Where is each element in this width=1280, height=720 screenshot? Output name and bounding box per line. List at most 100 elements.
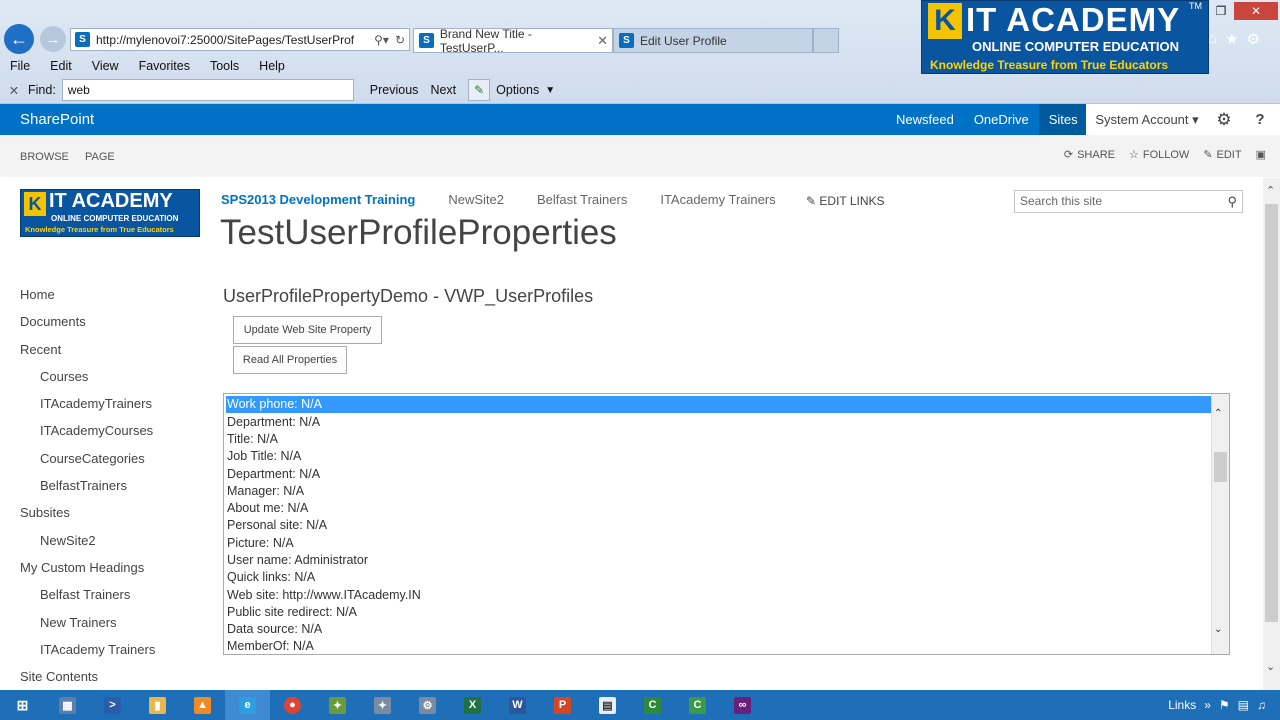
menu-file[interactable]: File: [0, 57, 40, 77]
list-item[interactable]: Manager: N/A: [226, 483, 304, 500]
chevron-down-icon[interactable]: ⌄: [1266, 660, 1275, 673]
word-icon[interactable]: W: [495, 690, 540, 720]
edit-button[interactable]: ✎ EDIT: [1203, 148, 1241, 162]
focus-content-icon[interactable]: ▣: [1256, 148, 1266, 161]
chevron-up-icon[interactable]: ⌃: [1214, 408, 1222, 419]
powerpoint-icon[interactable]: P: [540, 690, 585, 720]
page-scrollbar[interactable]: ⌃ ⌄: [1263, 178, 1280, 690]
find-input[interactable]: web: [61, 79, 354, 101]
search-icon[interactable]: ⚲: [1227, 191, 1237, 212]
excel-icon[interactable]: X: [450, 690, 495, 720]
camtasia-recorder-icon[interactable]: C: [630, 690, 675, 720]
close-find-icon[interactable]: ✕: [0, 83, 28, 98]
back-button[interactable]: ←: [4, 24, 34, 54]
menu-favorites[interactable]: Favorites: [129, 57, 200, 77]
nav-subsites[interactable]: Subsites: [20, 505, 70, 520]
links-toolbar[interactable]: Links: [1168, 698, 1196, 712]
menu-edit[interactable]: Edit: [40, 57, 82, 77]
close-window-icon[interactable]: ✕: [1234, 2, 1278, 20]
chevron-up-icon[interactable]: ⌃: [1266, 184, 1275, 197]
nav-belfast-trainers[interactable]: Belfast Trainers: [40, 587, 130, 602]
properties-listbox[interactable]: Work phone: N/A Department: N/A Title: N…: [223, 393, 1230, 655]
server-manager-icon[interactable]: ▦: [45, 690, 90, 720]
read-all-properties-button[interactable]: Read All Properties: [233, 346, 347, 374]
list-item[interactable]: Title: N/A: [226, 431, 278, 448]
list-item[interactable]: Department: N/A: [226, 414, 320, 431]
ribbon-tab-page[interactable]: PAGE: [85, 151, 115, 163]
list-item[interactable]: Work phone: N/A: [226, 396, 1212, 413]
update-web-site-property-button[interactable]: Update Web Site Property: [233, 316, 382, 344]
restore-window-icon[interactable]: ❐: [1208, 2, 1234, 20]
tools-icon[interactable]: ✦: [360, 690, 405, 720]
list-item[interactable]: MemberOf: N/A: [226, 638, 314, 654]
chevron-down-icon[interactable]: ⌄: [1214, 624, 1222, 635]
list-item[interactable]: Data source: N/A: [226, 621, 322, 638]
network-icon[interactable]: ▤: [1238, 698, 1249, 712]
nav-new-trainers[interactable]: New Trainers: [40, 615, 117, 630]
address-bar[interactable]: S http://mylenovoi7:25000/SitePages/Test…: [70, 28, 410, 51]
list-item[interactable]: Personal site: N/A: [226, 517, 327, 534]
list-item[interactable]: About me: N/A: [226, 500, 308, 517]
list-item[interactable]: Web site: http://www.ITAcademy.IN: [226, 587, 421, 604]
settings-gear-icon[interactable]: ⚙: [1208, 104, 1240, 135]
list-item[interactable]: Picture: N/A: [226, 535, 294, 552]
chrome-icon[interactable]: ●: [270, 690, 315, 720]
favorites-star-icon[interactable]: ★: [1225, 30, 1238, 48]
tab-edit-user-profile[interactable]: S Edit User Profile: [613, 28, 813, 53]
share-button[interactable]: ⟳ SHARE: [1064, 148, 1115, 162]
suite-link-sites[interactable]: Sites: [1038, 104, 1088, 135]
notepad-icon[interactable]: ▤: [585, 690, 630, 720]
list-item[interactable]: User name: Administrator: [226, 552, 368, 569]
find-previous-button[interactable]: Previous: [364, 83, 425, 97]
menu-help[interactable]: Help: [249, 57, 295, 77]
suite-link-onedrive[interactable]: OneDrive: [964, 104, 1039, 135]
flag-icon[interactable]: ⚑: [1219, 698, 1230, 712]
nav-coursecategories[interactable]: CourseCategories: [40, 451, 145, 466]
volume-icon[interactable]: ♫: [1257, 698, 1266, 712]
nav-site-contents[interactable]: Site Contents: [20, 669, 98, 684]
visual-studio-icon[interactable]: ∞: [720, 690, 765, 720]
topnav-belfast-trainers[interactable]: Belfast Trainers: [537, 192, 627, 207]
highlight-pencil-icon[interactable]: ✎: [468, 79, 491, 101]
nav-newsite2[interactable]: NewSite2: [40, 533, 96, 548]
nav-documents[interactable]: Documents: [20, 314, 86, 329]
list-item[interactable]: Quick links: N/A: [226, 569, 315, 586]
sharepoint-brand[interactable]: SharePoint: [20, 111, 94, 128]
suite-link-newsfeed[interactable]: Newsfeed: [886, 104, 964, 135]
nav-my-custom-headings[interactable]: My Custom Headings: [20, 560, 144, 575]
follow-button[interactable]: ☆ FOLLOW: [1129, 148, 1189, 162]
nav-itacademytrainers[interactable]: ITAcademyTrainers: [40, 396, 152, 411]
tab-brand-new-title[interactable]: S Brand New Title - TestUserP... ✕: [413, 27, 613, 55]
settings-gear-icon[interactable]: ⚙: [1247, 30, 1260, 48]
topnav-newsite2[interactable]: NewSite2: [448, 192, 504, 207]
account-menu[interactable]: System Account ▾: [1086, 104, 1208, 135]
help-icon[interactable]: ?: [1240, 104, 1280, 135]
list-item[interactable]: Department: N/A: [226, 466, 320, 483]
nav-belfasttrainers[interactable]: BelfastTrainers: [40, 478, 127, 493]
nav-courses[interactable]: Courses: [40, 369, 88, 384]
page-scroll-thumb[interactable]: [1265, 204, 1278, 622]
new-tab-button[interactable]: [813, 28, 839, 53]
site-logo[interactable]: K IT ACADEMY ONLINE COMPUTER EDUCATION K…: [20, 189, 200, 237]
sharepoint-designer-icon[interactable]: ✦: [315, 690, 360, 720]
forward-button[interactable]: →: [40, 26, 66, 52]
topnav-sps2013[interactable]: SPS2013 Development Training: [221, 192, 415, 207]
ribbon-tab-browse[interactable]: BROWSE: [20, 151, 69, 163]
listbox-scroll-thumb[interactable]: [1214, 452, 1227, 482]
topnav-itacademy-trainers[interactable]: ITAcademy Trainers: [660, 192, 775, 207]
menu-tools[interactable]: Tools: [200, 57, 249, 77]
find-next-button[interactable]: Next: [424, 83, 462, 97]
find-options-button[interactable]: ✎ Options ▼: [468, 79, 555, 101]
chevron-double-right-icon[interactable]: »: [1204, 698, 1211, 712]
home-icon[interactable]: ⌂: [1208, 30, 1217, 48]
nav-recent[interactable]: Recent: [20, 342, 61, 357]
camtasia-studio-icon[interactable]: C: [675, 690, 720, 720]
nav-itacademycourses[interactable]: ITAcademyCourses: [40, 423, 153, 438]
close-tab-icon[interactable]: ✕: [597, 33, 608, 49]
list-item[interactable]: Job Title: N/A: [226, 448, 301, 465]
vlc-icon[interactable]: ▲: [180, 690, 225, 720]
listbox-scrollbar[interactable]: ⌃ ⌄: [1211, 394, 1229, 654]
refresh-icon[interactable]: ↻: [395, 33, 405, 47]
edit-links-button[interactable]: ✎ EDIT LINKS: [806, 194, 885, 208]
search-dropdown-icon[interactable]: ⚲▾: [374, 33, 389, 47]
